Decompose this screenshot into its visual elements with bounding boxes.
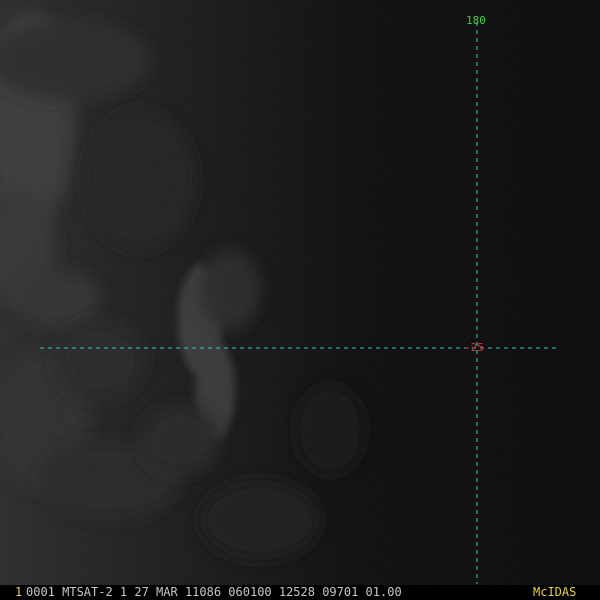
status-bar: 1 0001 MTSAT-2 1 27 MAR 11086 060100 125… — [0, 585, 600, 600]
image-noise — [0, 0, 600, 585]
latitude-label: -25 — [464, 341, 484, 354]
brand-label: McIDAS — [533, 585, 577, 599]
satellite-image — [0, 0, 600, 585]
frame-info: 0001 MTSAT-2 1 27 MAR 11086 060100 12528… — [26, 585, 402, 599]
longitude-label: 180 — [466, 14, 486, 27]
satellite-image-viewer: 180 -25 1 0001 MTSAT-2 1 27 MAR 11086 06… — [0, 0, 600, 600]
frame-number: 1 — [15, 585, 23, 599]
